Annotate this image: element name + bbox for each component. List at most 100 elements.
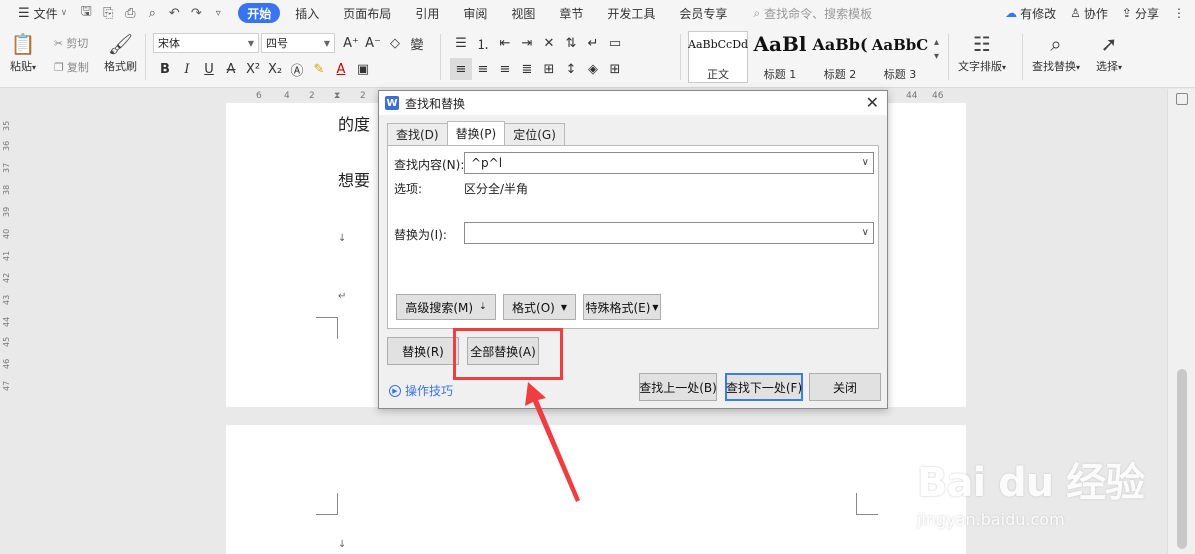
subscript-icon[interactable]: X₂ — [264, 58, 286, 80]
font-name-select[interactable]: 宋体 ▼ — [153, 33, 259, 53]
chevron-down-icon[interactable]: ∨ — [862, 157, 869, 168]
page-nav-icon[interactable] — [1176, 93, 1188, 105]
tab-replace[interactable]: 替换(P) — [446, 121, 506, 145]
undo-icon[interactable]: ↶ — [163, 2, 185, 24]
play-icon: ▶ — [389, 384, 401, 397]
redo-icon[interactable]: ↷ — [185, 2, 207, 24]
tab-member[interactable]: 会员专享 — [670, 3, 736, 23]
chinese-layout-icon[interactable]: ✕ — [538, 32, 560, 54]
clear-format-icon[interactable]: ◇ — [384, 32, 406, 54]
changes-button[interactable]: ☁ 有修改 — [1005, 5, 1056, 22]
underline-icon[interactable]: U — [198, 58, 220, 80]
increase-indent-icon[interactable]: ⇥ — [516, 32, 538, 54]
more-icon[interactable]: ⋮ — [1173, 6, 1185, 20]
ribbon: 📋 粘贴▾ ✂ 剪切 ❐ 复制 🖌 格式刷 宋体 ▼ 四号 ▼ A⁺ A⁻ ◇ 變 B … — [0, 26, 1195, 88]
format-button[interactable]: 格式(O) ▼ — [503, 294, 576, 320]
text-effect-icon[interactable]: Ⓐ — [286, 58, 308, 80]
tab-find[interactable]: 查找(D) — [387, 123, 448, 145]
highlight-icon[interactable]: ✎ — [308, 58, 330, 80]
hamburger-icon: ☰ — [18, 5, 30, 21]
tab-home[interactable]: 开始 — [238, 3, 281, 23]
special-format-button[interactable]: 特殊格式(E) ▼ — [583, 294, 661, 320]
paragraph-mark: ↵ — [338, 291, 347, 302]
close-icon[interactable]: ✕ — [866, 93, 879, 112]
format-painter-button[interactable]: 🖌 格式刷 — [104, 30, 137, 74]
replace-input[interactable]: ∨ — [464, 222, 874, 244]
close-button[interactable]: 关闭 — [809, 373, 881, 401]
shrink-font-icon[interactable]: A⁻ — [362, 32, 384, 54]
numbered-list-icon[interactable]: ⒈ — [472, 32, 494, 54]
find-replace-button[interactable]: ⌕ 查找替换▾ — [1032, 30, 1080, 74]
phonetic-icon[interactable]: 變 — [406, 32, 428, 54]
decrease-indent-icon[interactable]: ⇤ — [494, 32, 516, 54]
table-grid-icon[interactable]: ▭ — [604, 32, 626, 54]
find-previous-button[interactable]: 查找上一处(B) — [639, 373, 717, 401]
borders-icon[interactable]: ⊞ — [604, 58, 626, 80]
vertical-scrollbar[interactable] — [1167, 89, 1195, 554]
tips-link[interactable]: ▶ 操作技巧 — [389, 382, 453, 399]
char-border-icon[interactable]: ▣ — [352, 58, 374, 80]
tab-review[interactable]: 审阅 — [454, 3, 496, 23]
export-pdf-icon[interactable]: ⎘ — [97, 2, 119, 24]
sort-icon[interactable]: ⇅ — [560, 32, 582, 54]
replace-button[interactable]: 替换(R) — [387, 337, 459, 365]
find-input[interactable]: ^p^l ∨ — [464, 152, 874, 174]
dialog-titlebar[interactable]: W 查找和替换 ✕ — [379, 91, 887, 115]
shading-icon[interactable]: ◈ — [582, 58, 604, 80]
text-layout-button[interactable]: ☷ 文字排版▾ — [958, 30, 1006, 74]
distributed-icon[interactable]: ⊞ — [538, 58, 560, 80]
doc-line: 的度 — [338, 115, 371, 134]
tab-page-layout[interactable]: 页面布局 — [334, 3, 400, 23]
advanced-search-button[interactable]: 高级搜索(M) ⇣ — [396, 294, 496, 320]
justify-icon[interactable]: ≣ — [516, 58, 538, 80]
replace-panel: 查找内容(N): ^p^l ∨ 选项: 区分全/半角 替换为(I): ∨ 高级搜… — [387, 145, 879, 329]
chevron-down-icon: ∨ — [60, 8, 68, 18]
file-menu[interactable]: ☰ 文件 ∨ — [10, 2, 75, 24]
style-normal[interactable]: AaBbCcDd 正文 — [688, 31, 748, 83]
font-size-select[interactable]: 四号 ▼ — [261, 33, 335, 53]
tab-references[interactable]: 引用 — [406, 3, 448, 23]
red-arrow-annotation — [525, 382, 580, 502]
doc-line: 想要 — [338, 171, 371, 190]
align-center-icon[interactable]: ≡ — [472, 58, 494, 80]
paragraph-tools-row: ☰ ⒈ ⇤ ⇥ ✕ ⇅ ↵ ▭ — [450, 32, 626, 54]
cut-button[interactable]: ✂ 剪切 — [54, 32, 88, 54]
indent-marker[interactable]: ⧗ — [334, 91, 340, 101]
print-icon[interactable]: ⎙ — [119, 2, 141, 24]
align-right-icon[interactable]: ≡ — [494, 58, 516, 80]
style-heading-1[interactable]: AaBl 标题 1 — [750, 31, 810, 83]
style-heading-2[interactable]: AaBb( 标题 2 — [810, 31, 870, 83]
paste-button[interactable]: 📋 粘贴▾ — [10, 30, 36, 74]
save-icon[interactable]: 🖫 — [75, 2, 97, 24]
tab-section[interactable]: 章节 — [550, 3, 592, 23]
tab-view[interactable]: 视图 — [502, 3, 544, 23]
collab-button[interactable]: ♙ 协作 — [1070, 5, 1108, 22]
chevron-down-icon: ▼ — [323, 38, 330, 48]
bullet-list-icon[interactable]: ☰ — [450, 32, 472, 54]
styles-scroll[interactable]: ▴ ▾ — [934, 36, 939, 64]
share-button[interactable]: ⇪ 分享 — [1122, 5, 1159, 22]
tab-insert[interactable]: 插入 — [286, 3, 328, 23]
align-left-icon[interactable]: ≡ — [450, 58, 472, 80]
scroll-thumb[interactable] — [1177, 369, 1187, 549]
tab-developer[interactable]: 开发工具 — [598, 3, 664, 23]
grow-font-icon[interactable]: A⁺ — [340, 32, 362, 54]
superscript-icon[interactable]: X² — [242, 58, 264, 80]
tab-goto[interactable]: 定位(G) — [504, 123, 565, 145]
bold-icon[interactable]: B — [154, 58, 176, 80]
font-color-icon[interactable]: A — [330, 58, 352, 80]
select-button[interactable]: ➚ 选择▾ — [1096, 30, 1122, 74]
print-preview-icon[interactable]: ⌕ — [141, 2, 163, 24]
find-next-button[interactable]: 查找下一处(F) — [725, 373, 803, 401]
style-heading-3[interactable]: AaBbC 标题 3 — [870, 31, 930, 83]
strikethrough-icon[interactable]: A — [220, 58, 242, 80]
font-tools-row: A⁺ A⁻ ◇ 變 — [340, 32, 428, 54]
italic-icon[interactable]: I — [176, 58, 198, 80]
show-marks-icon[interactable]: ↵ — [582, 32, 604, 54]
chevron-down-icon[interactable]: ∨ — [862, 227, 869, 238]
customize-icon[interactable]: ▿ — [207, 2, 229, 24]
command-search[interactable]: ⌕ 查找命令、搜索模板 — [753, 5, 872, 22]
line-spacing-icon[interactable]: ↕ — [560, 58, 582, 80]
options-label: 选项: — [394, 182, 423, 196]
copy-button[interactable]: ❐ 复制 — [54, 56, 89, 78]
